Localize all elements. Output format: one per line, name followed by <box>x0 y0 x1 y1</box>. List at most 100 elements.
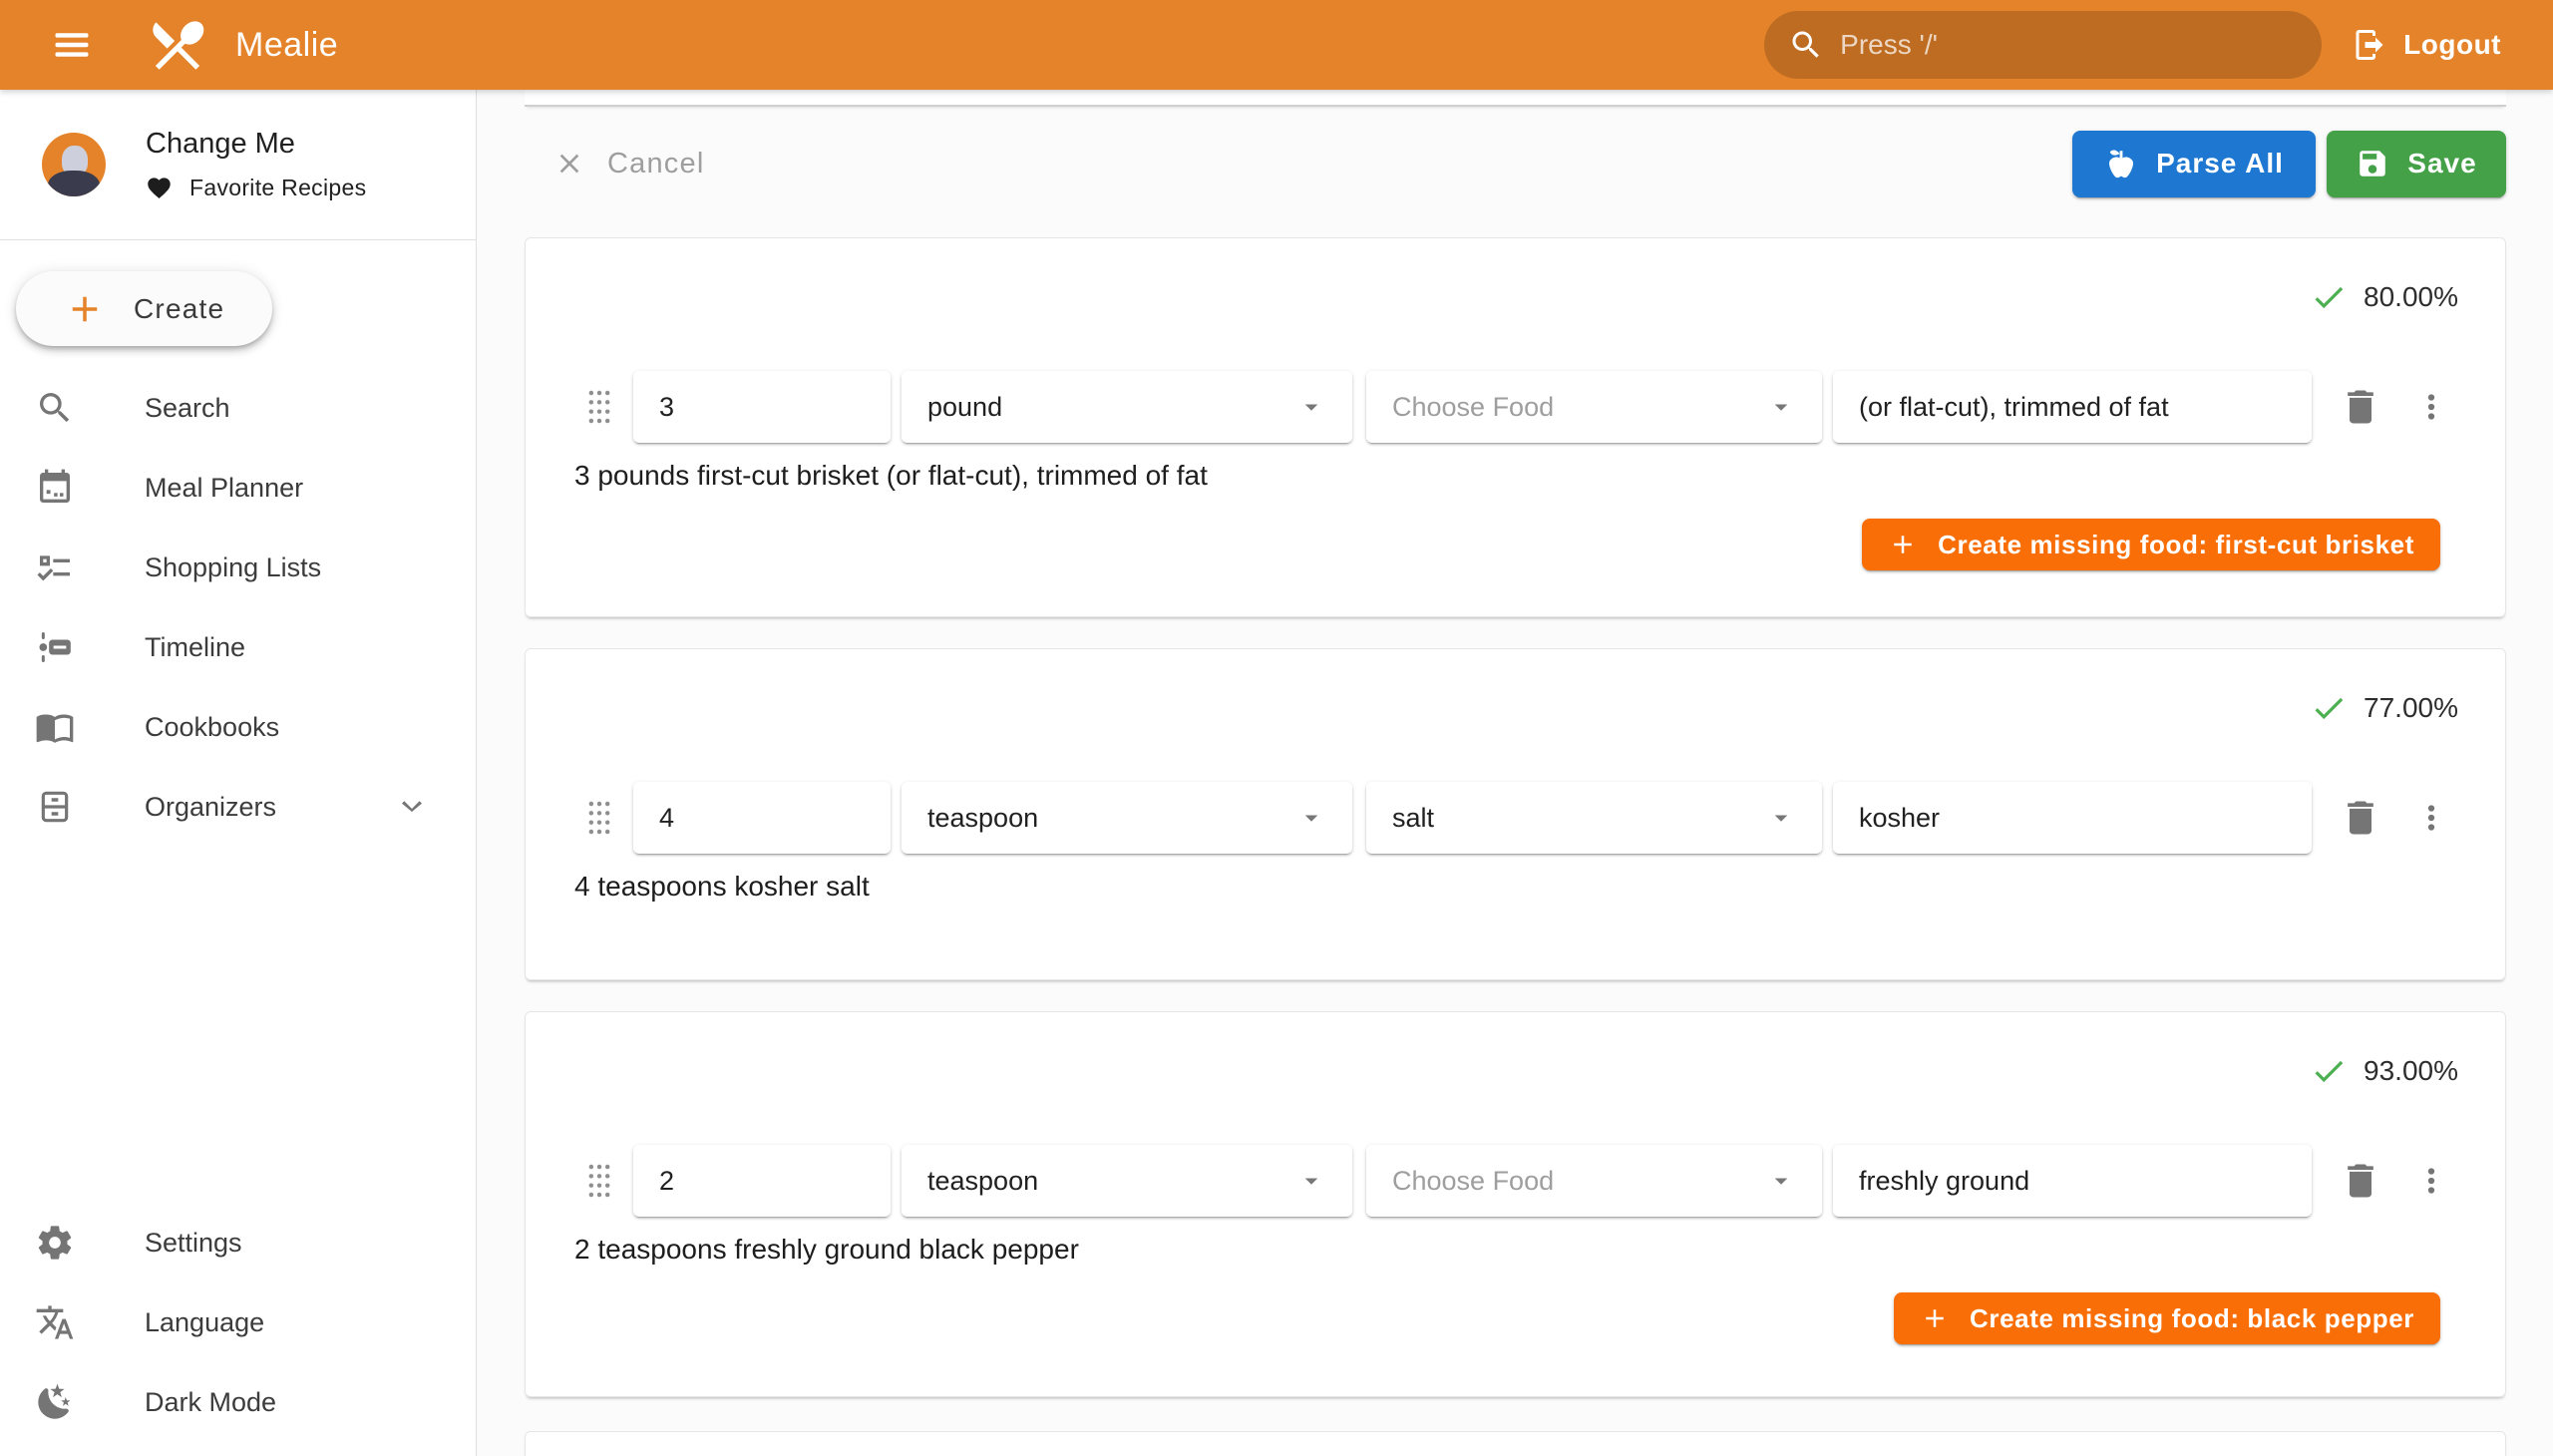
favorite-recipes-label: Favorite Recipes <box>189 175 366 201</box>
ingredient-fields-row: 4 teaspoon salt kosher <box>526 782 2505 854</box>
sidebar-item-search[interactable]: Search <box>0 368 476 448</box>
quantity-input[interactable]: 3 <box>633 371 891 443</box>
ingredient-card-partial <box>525 1431 2506 1456</box>
sidebar-nav: Search Meal Planner Shopping Lists Timel… <box>0 368 476 847</box>
delete-icon[interactable] <box>2339 1159 2382 1203</box>
food-value: salt <box>1392 803 1434 834</box>
check-icon <box>2310 689 2348 727</box>
gear-icon <box>35 1223 75 1263</box>
parser-toolbar: Cancel Parse All Save <box>477 90 2553 237</box>
food-select[interactable]: salt <box>1366 782 1822 854</box>
confidence-row: 93.00% <box>2310 1052 2458 1090</box>
logout-label: Logout <box>2403 29 2501 61</box>
note-input[interactable]: freshly ground <box>1833 1145 2312 1217</box>
unit-select[interactable]: pound <box>902 371 1352 443</box>
search-input[interactable]: Press '/' <box>1764 11 2322 79</box>
quantity-value: 2 <box>659 1166 674 1197</box>
user-name: Change Me <box>146 128 366 161</box>
user-block[interactable]: Change Me Favorite Recipes <box>0 90 476 239</box>
plus-icon <box>1920 1303 1950 1333</box>
kebab-menu-icon[interactable] <box>2412 796 2450 840</box>
checklist-icon <box>35 547 75 587</box>
search-icon <box>1788 27 1824 63</box>
chevron-down-icon[interactable] <box>392 787 432 827</box>
cancel-label: Cancel <box>607 148 704 181</box>
sidebar-bottom-nav: Settings Language Dark Mode <box>0 1203 476 1442</box>
kebab-menu-icon[interactable] <box>2412 1159 2450 1203</box>
save-button[interactable]: Save <box>2327 131 2506 197</box>
create-missing-food-label: Create missing food: first-cut brisket <box>1938 530 2414 560</box>
save-icon <box>2356 147 2389 181</box>
food-select[interactable]: Choose Food <box>1366 1145 1822 1217</box>
dropdown-arrow-icon <box>1766 392 1796 422</box>
quantity-input[interactable]: 4 <box>633 782 891 854</box>
avatar[interactable] <box>42 133 106 196</box>
unit-value: pound <box>927 392 1002 423</box>
sidebar: Change Me Favorite Recipes Create Search <box>0 90 477 1456</box>
sidebar-item-label: Organizers <box>145 792 276 823</box>
kebab-menu-icon[interactable] <box>2412 385 2450 429</box>
sidebar-item-meal-planner[interactable]: Meal Planner <box>0 448 476 528</box>
ingredient-card: 80.00% 3 pound Choose Food (or flat-cut)… <box>525 237 2506 617</box>
create-missing-food-button[interactable]: Create missing food: black pepper <box>1894 1292 2440 1344</box>
dropdown-arrow-icon <box>1296 392 1326 422</box>
note-value: kosher <box>1859 803 1940 834</box>
sidebar-item-label: Language <box>145 1307 264 1338</box>
sidebar-item-language[interactable]: Language <box>0 1282 476 1362</box>
apple-icon <box>2104 147 2138 181</box>
sidebar-item-settings[interactable]: Settings <box>0 1203 476 1282</box>
food-placeholder: Choose Food <box>1392 1166 1554 1197</box>
drag-handle-icon[interactable] <box>585 387 613 427</box>
sidebar-item-cookbooks[interactable]: Cookbooks <box>0 687 476 767</box>
original-ingredient-text: 2 teaspoons freshly ground black pepper <box>574 1234 1079 1266</box>
menu-icon[interactable] <box>50 23 94 67</box>
create-button[interactable]: Create <box>16 271 272 346</box>
note-input[interactable]: kosher <box>1833 782 2312 854</box>
sidebar-item-dark-mode[interactable]: Dark Mode <box>0 1362 476 1442</box>
heart-icon <box>146 175 173 201</box>
unit-select[interactable]: teaspoon <box>902 782 1352 854</box>
timeline-icon <box>35 627 75 667</box>
logout-icon <box>2352 27 2387 63</box>
dropdown-arrow-icon <box>1296 1166 1326 1196</box>
ingredient-fields-row: 2 teaspoon Choose Food freshly ground <box>526 1145 2505 1217</box>
quantity-input[interactable]: 2 <box>633 1145 891 1217</box>
logout-button[interactable]: Logout <box>2352 27 2501 63</box>
plus-icon <box>64 288 106 330</box>
note-value: (or flat-cut), trimmed of fat <box>1859 392 2169 423</box>
parse-all-label: Parse All <box>2156 148 2284 180</box>
drag-handle-icon[interactable] <box>585 1161 613 1201</box>
favorite-recipes-link[interactable]: Favorite Recipes <box>146 175 366 201</box>
sidebar-item-label: Search <box>145 393 230 424</box>
cancel-button[interactable]: Cancel <box>553 148 704 181</box>
food-select[interactable]: Choose Food <box>1366 371 1822 443</box>
create-missing-food-button[interactable]: Create missing food: first-cut brisket <box>1862 519 2440 570</box>
ingredient-card: 93.00% 2 teaspoon Choose Food freshly gr… <box>525 1011 2506 1397</box>
original-ingredient-text: 4 teaspoons kosher salt <box>574 871 870 903</box>
ingredient-card: 77.00% 4 teaspoon salt kosher 4 teaspo <box>525 648 2506 980</box>
confidence-value: 80.00% <box>2364 281 2458 313</box>
dropdown-arrow-icon <box>1766 1166 1796 1196</box>
dropdown-arrow-icon <box>1766 803 1796 833</box>
unit-select[interactable]: teaspoon <box>902 1145 1352 1217</box>
sidebar-item-organizers[interactable]: Organizers <box>0 767 476 847</box>
close-icon <box>553 148 585 180</box>
delete-icon[interactable] <box>2339 796 2382 840</box>
original-ingredient-text: 3 pounds first-cut brisket (or flat-cut)… <box>574 460 1208 492</box>
check-icon <box>2310 278 2348 316</box>
confidence-value: 77.00% <box>2364 692 2458 724</box>
delete-icon[interactable] <box>2339 385 2382 429</box>
book-icon <box>35 707 75 747</box>
main-content: Cancel Parse All Save 80.00% <box>477 90 2553 1456</box>
note-input[interactable]: (or flat-cut), trimmed of fat <box>1833 371 2312 443</box>
ingredient-fields-row: 3 pound Choose Food (or flat-cut), trimm… <box>526 371 2505 443</box>
sidebar-item-timeline[interactable]: Timeline <box>0 607 476 687</box>
save-label: Save <box>2407 148 2476 180</box>
calendar-icon <box>35 468 75 508</box>
parse-all-button[interactable]: Parse All <box>2072 131 2316 197</box>
create-missing-food-label: Create missing food: black pepper <box>1970 1303 2414 1334</box>
drag-handle-icon[interactable] <box>585 798 613 838</box>
app-header: Mealie Press '/' Logout <box>0 0 2553 90</box>
sidebar-item-shopping-lists[interactable]: Shopping Lists <box>0 528 476 607</box>
check-icon <box>2310 1052 2348 1090</box>
